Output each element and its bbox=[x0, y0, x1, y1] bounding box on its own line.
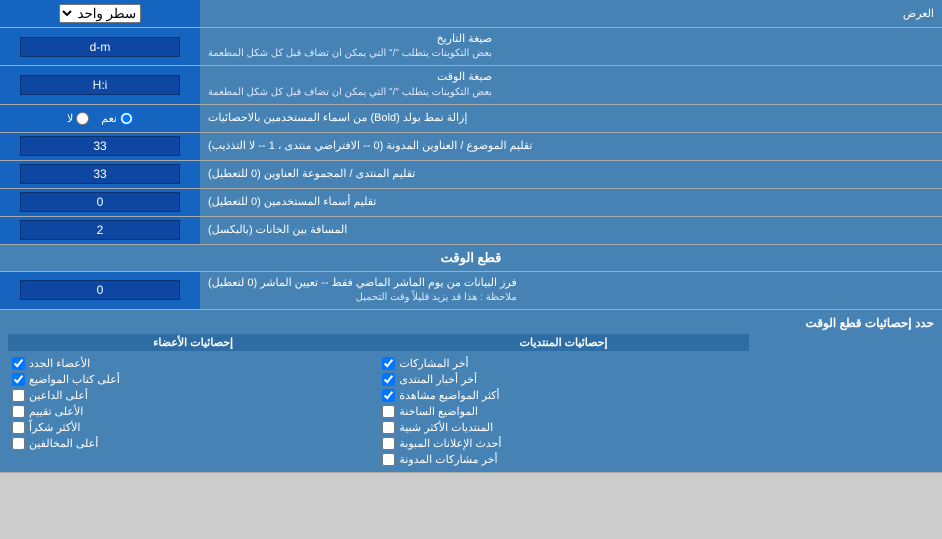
cutoff-label: فرز البيانات من يوم الماشر الماضي فقط --… bbox=[200, 272, 942, 309]
forum-group-label: تقليم المنتدى / المجموعة العناوين (0 للت… bbox=[200, 161, 942, 188]
stats-section: حدد إحصائيات قطع الوقت إحصائيات المنتديا… bbox=[0, 310, 942, 473]
usernames-trim-input[interactable] bbox=[20, 192, 180, 212]
bold-remove-radio-container: نعم لا bbox=[0, 105, 200, 132]
bold-yes-radio[interactable] bbox=[120, 112, 133, 125]
cb-member-5-input[interactable] bbox=[12, 421, 25, 434]
forum-order-row: تقليم الموضوع / العناوين المدونة (0 -- ا… bbox=[0, 133, 942, 161]
cb-forum-6: أحدث الإعلانات المبوبة bbox=[378, 437, 748, 450]
date-format-input-container bbox=[0, 28, 200, 65]
display-label: العرض bbox=[200, 3, 942, 24]
stats-section-title: حدد إحصائيات قطع الوقت bbox=[8, 316, 934, 330]
bold-no-radio[interactable] bbox=[76, 112, 89, 125]
cb-forum-5: المنتديات الأكثر شبية bbox=[378, 421, 748, 434]
cutoff-input[interactable] bbox=[20, 280, 180, 300]
bold-remove-row: إزالة نمط بولد (Bold) من اسماء المستخدمي… bbox=[0, 105, 942, 133]
date-format-label: صيغة التاريخ بعض التكوينات يتطلب "/" الت… bbox=[200, 28, 942, 65]
forum-order-label: تقليم الموضوع / العناوين المدونة (0 -- ا… bbox=[200, 133, 942, 160]
col-members-header: إحصائيات الأعضاء bbox=[8, 334, 378, 351]
col-empty bbox=[749, 334, 934, 466]
col-forums: إحصائيات المنتديات أخر المشاركات أخر أخب… bbox=[378, 334, 748, 466]
cb-forum-5-input[interactable] bbox=[382, 421, 395, 434]
space-entries-input[interactable] bbox=[20, 220, 180, 240]
bold-yes-label[interactable]: نعم bbox=[101, 112, 133, 125]
forum-group-row: تقليم المنتدى / المجموعة العناوين (0 للت… bbox=[0, 161, 942, 189]
cb-member-1: الأعضاء الجدد bbox=[8, 357, 378, 370]
space-entries-input-container bbox=[0, 217, 200, 244]
usernames-trim-row: تقليم أسماء المستخدمين (0 للتعطيل) bbox=[0, 189, 942, 217]
cb-forum-3-input[interactable] bbox=[382, 389, 395, 402]
col-forums-header: إحصائيات المنتديات bbox=[378, 334, 748, 351]
bold-radio-group: نعم لا bbox=[59, 108, 141, 129]
cb-forum-2-input[interactable] bbox=[382, 373, 395, 386]
bold-remove-label: إزالة نمط بولد (Bold) من اسماء المستخدمي… bbox=[200, 105, 942, 132]
forum-group-input[interactable] bbox=[20, 164, 180, 184]
cutoff-row: فرز البيانات من يوم الماشر الماضي فقط --… bbox=[0, 272, 942, 310]
cb-member-6-input[interactable] bbox=[12, 437, 25, 450]
main-container: العرض سطر واحد سطرين ثلاثة أسطر صيغة الت… bbox=[0, 0, 942, 473]
cb-member-3: أعلى الداعين bbox=[8, 389, 378, 402]
time-format-input[interactable] bbox=[20, 75, 180, 95]
checkbox-columns: إحصائيات المنتديات أخر المشاركات أخر أخب… bbox=[8, 334, 934, 466]
cb-forum-2: أخر أخبار المنتدى bbox=[378, 373, 748, 386]
cb-forum-1: أخر المشاركات bbox=[378, 357, 748, 370]
display-select-container: سطر واحد سطرين ثلاثة أسطر bbox=[0, 0, 200, 27]
cb-forum-3: أكثر المواضيع مشاهدة bbox=[378, 389, 748, 402]
cb-forum-4: المواضيع الساخنة bbox=[378, 405, 748, 418]
cb-member-1-input[interactable] bbox=[12, 357, 25, 370]
cb-forum-7: أخر مشاركات المدونة bbox=[378, 453, 748, 466]
cb-forum-1-input[interactable] bbox=[382, 357, 395, 370]
bold-no-label[interactable]: لا bbox=[67, 112, 89, 125]
time-format-row: صيغة الوقت بعض التكوينات يتطلب "/" التي … bbox=[0, 66, 942, 104]
cutoff-section-header: قطع الوقت bbox=[0, 245, 942, 272]
time-format-label: صيغة الوقت بعض التكوينات يتطلب "/" التي … bbox=[200, 66, 942, 103]
cb-member-4-input[interactable] bbox=[12, 405, 25, 418]
cb-member-4: الأعلى تقييم bbox=[8, 405, 378, 418]
col-members: إحصائيات الأعضاء الأعضاء الجدد أعلى كتاب… bbox=[8, 334, 378, 466]
forum-order-input-container bbox=[0, 133, 200, 160]
display-row: العرض سطر واحد سطرين ثلاثة أسطر bbox=[0, 0, 942, 28]
cb-member-6: أعلى المخالفين bbox=[8, 437, 378, 450]
space-entries-row: المسافة بين الخانات (بالبكسل) bbox=[0, 217, 942, 245]
cb-member-3-input[interactable] bbox=[12, 389, 25, 402]
cb-forum-7-input[interactable] bbox=[382, 453, 395, 466]
usernames-trim-label: تقليم أسماء المستخدمين (0 للتعطيل) bbox=[200, 189, 942, 216]
cutoff-input-container bbox=[0, 272, 200, 309]
cb-forum-6-input[interactable] bbox=[382, 437, 395, 450]
usernames-trim-input-container bbox=[0, 189, 200, 216]
cb-forum-4-input[interactable] bbox=[382, 405, 395, 418]
forum-group-input-container bbox=[0, 161, 200, 188]
display-select[interactable]: سطر واحد سطرين ثلاثة أسطر bbox=[59, 4, 141, 23]
cb-member-2: أعلى كتاب المواضيع bbox=[8, 373, 378, 386]
time-format-input-container bbox=[0, 66, 200, 103]
cb-member-2-input[interactable] bbox=[12, 373, 25, 386]
date-format-input[interactable] bbox=[20, 37, 180, 57]
date-format-row: صيغة التاريخ بعض التكوينات يتطلب "/" الت… bbox=[0, 28, 942, 66]
cb-member-5: الأكثر شكراً bbox=[8, 421, 378, 434]
forum-order-input[interactable] bbox=[20, 136, 180, 156]
space-entries-label: المسافة بين الخانات (بالبكسل) bbox=[200, 217, 942, 244]
